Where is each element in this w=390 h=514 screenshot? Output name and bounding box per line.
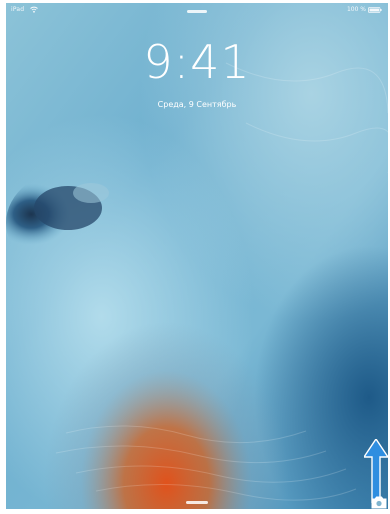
camera-icon[interactable] bbox=[370, 495, 388, 509]
battery-percent: 100 % bbox=[346, 6, 366, 13]
notification-center-grabber[interactable] bbox=[187, 10, 207, 13]
control-center-grabber[interactable] bbox=[186, 501, 208, 504]
arrow-up-icon bbox=[364, 439, 388, 503]
lock-screen[interactable]: iPad 100 % 9:41 Среда, 9 Сентябрь bbox=[6, 3, 388, 509]
battery-icon bbox=[368, 7, 382, 13]
device-name: iPad bbox=[11, 6, 25, 13]
lock-screen-date: Среда, 9 Сентябрь bbox=[157, 100, 237, 109]
wifi-icon bbox=[30, 6, 38, 13]
lock-screen-time: 9:41 bbox=[143, 35, 251, 89]
